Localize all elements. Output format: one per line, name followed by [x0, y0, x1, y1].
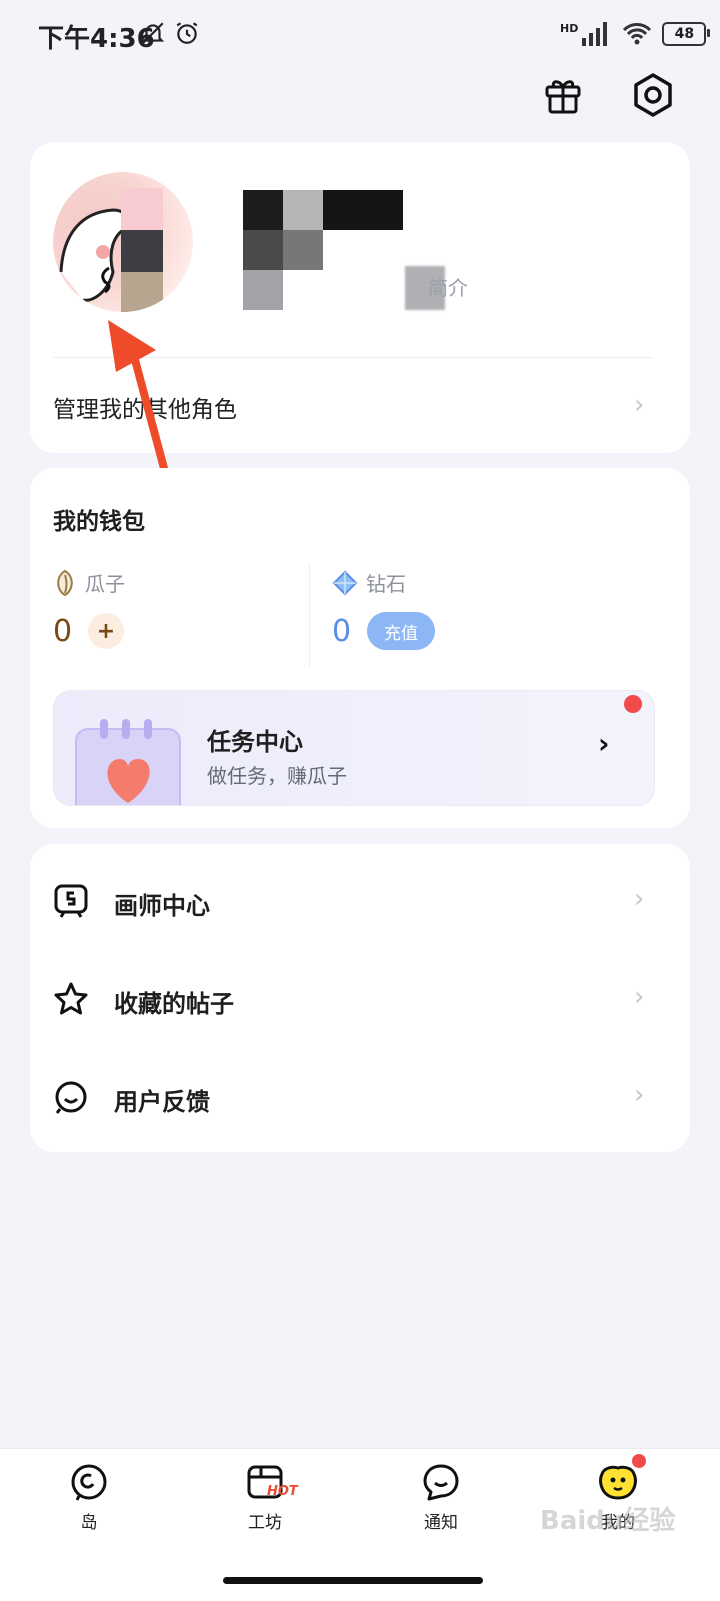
gift-icon [545, 80, 581, 114]
diamond-icon [332, 570, 358, 595]
task-notification-dot [624, 695, 642, 713]
settings-button[interactable] [628, 70, 678, 120]
notebook-heart-icon [75, 719, 181, 805]
seeds-label: 瓜子 [85, 572, 125, 596]
chevron-right-icon: › [634, 884, 645, 914]
seeds-header: 瓜子 [53, 568, 125, 597]
menu-item-artist-center[interactable]: 画师中心 › [30, 856, 690, 946]
nav-label: 岛 [80, 1513, 98, 1533]
chevron-right-icon: › [634, 390, 645, 420]
mute-bell-icon [141, 22, 165, 44]
mine-icon [599, 1465, 637, 1500]
battery-indicator: 48 [662, 22, 711, 46]
seeds-value: 0 [53, 614, 73, 649]
menu-item-saved-posts[interactable]: 收藏的帖子 › [30, 954, 690, 1044]
task-center-title: 任务中心 [207, 728, 303, 756]
chevron-right-icon: › [634, 1080, 645, 1110]
island-icon [71, 1464, 107, 1501]
avatar[interactable] [53, 172, 193, 312]
task-center-card[interactable]: › [53, 690, 655, 806]
star-icon [54, 982, 88, 1015]
nav-item-notifications[interactable]: 通知 [381, 1462, 501, 1533]
nav-item-workshop[interactable]: HOT 工坊 [205, 1462, 325, 1533]
nav-label: 工坊 [248, 1513, 282, 1533]
gift-button[interactable] [538, 70, 588, 120]
nav-label: 通知 [424, 1513, 458, 1533]
status-time: 下午4:36 [38, 24, 155, 54]
menu-item-feedback[interactable]: 用户反馈 › [30, 1052, 690, 1142]
chevron-right-icon: › [598, 727, 610, 760]
add-seeds-button[interactable]: + [88, 613, 124, 649]
home-indicator[interactable] [223, 1577, 483, 1584]
diamonds-label: 钻石 [366, 572, 406, 596]
hd-label: HD [560, 21, 579, 35]
alarm-icon [176, 22, 198, 44]
bio-text[interactable]: 简介 [428, 272, 468, 301]
diamonds-header: 钻石 [332, 568, 406, 597]
recharge-button[interactable]: 充值 [367, 612, 435, 650]
status-left-icons [140, 20, 200, 46]
username-mosaic [243, 190, 403, 310]
menu-label: 画师中心 [114, 892, 210, 920]
menu-label: 用户反馈 [114, 1088, 210, 1116]
wallet-title: 我的钱包 [53, 509, 145, 535]
seed-icon [57, 569, 73, 596]
notification-icon [423, 1464, 459, 1501]
hot-badge: HOT [267, 1484, 298, 1499]
watermark: Baidu经验 [540, 1506, 676, 1536]
status-right-icons: HD 48 [560, 20, 711, 48]
menu-label: 收藏的帖子 [114, 990, 234, 1018]
signal-icon [582, 22, 608, 46]
wifi-icon [623, 23, 652, 45]
settings-icon [634, 73, 672, 117]
diamonds-value: 0 [332, 614, 352, 649]
nav-item-island[interactable]: 岛 [29, 1462, 149, 1533]
chevron-right-icon: › [634, 982, 645, 1012]
task-center-subtitle: 做任务，赚瓜子 [207, 764, 347, 788]
artist-icon [54, 884, 88, 918]
wallet-divider [309, 563, 310, 667]
mine-notification-dot [632, 1454, 646, 1468]
feedback-icon [55, 1081, 87, 1114]
